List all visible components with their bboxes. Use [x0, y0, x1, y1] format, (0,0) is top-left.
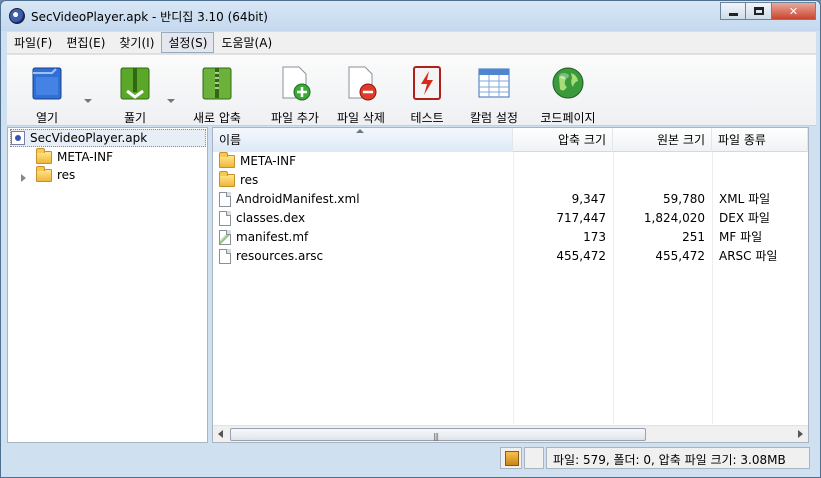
grip-icon: |||	[433, 432, 439, 441]
column-header-original-size[interactable]: 원본 크기	[613, 128, 712, 152]
codepage-label: 코드페이지	[540, 111, 596, 125]
window-title: SecVideoPlayer.apk - 반디집 3.10 (64bit)	[31, 10, 268, 24]
archive-lock-icon	[505, 451, 519, 466]
status-lock-segment	[500, 447, 522, 469]
test-icon	[413, 66, 441, 100]
tree-item-label: res	[57, 168, 76, 182]
minimize-icon	[728, 12, 738, 16]
codepage-button[interactable]: 코드페이지	[536, 61, 600, 125]
folder-icon	[219, 152, 235, 168]
toolbar: 열기 풀기 새로 압축 파일 추가 파일 삭제 테스트 칼럼 설정 코드페이지	[7, 54, 816, 126]
open-button[interactable]: 열기	[15, 61, 79, 125]
extract-dropdown-icon[interactable]	[167, 99, 175, 103]
file-icon	[219, 249, 231, 264]
test-label: 테스트	[410, 111, 444, 125]
scroll-left-icon[interactable]	[218, 430, 223, 438]
tree-item-label: META-INF	[57, 150, 114, 164]
new-archive-icon	[202, 67, 232, 100]
open-label: 열기	[35, 111, 59, 125]
add-file-button[interactable]: 파일 추가	[263, 61, 327, 125]
tree-item-meta-inf[interactable]: META-INF	[36, 147, 114, 166]
maximize-icon	[753, 7, 764, 15]
sort-ascending-icon	[356, 129, 364, 133]
folder-icon	[36, 165, 52, 182]
column-settings-button[interactable]: 칼럼 설정	[462, 61, 526, 125]
close-icon: ✕	[788, 4, 799, 18]
menu-find[interactable]: 찾기(I)	[112, 32, 161, 53]
column-header-file-type[interactable]: 파일 종류	[712, 128, 808, 152]
folder-icon	[36, 147, 52, 164]
status-summary: 파일: 579, 폴더: 0, 압축 파일 크기: 3.08MB	[553, 453, 786, 467]
status-summary-segment: 파일: 579, 폴더: 0, 압축 파일 크기: 3.08MB	[546, 447, 810, 469]
list-item[interactable]: AndroidManifest.xml 9,347 59,780 XML 파일	[213, 190, 808, 209]
delete-file-label: 파일 삭제	[337, 111, 385, 125]
apk-archive-icon	[11, 131, 25, 145]
file-icon	[219, 211, 231, 226]
extract-button[interactable]: 풀기	[103, 61, 167, 125]
extract-label: 풀기	[123, 111, 147, 125]
scroll-right-icon[interactable]	[798, 430, 803, 438]
list-header: 이름 압축 크기 원본 크기 파일 종류	[213, 128, 808, 152]
list-item[interactable]: manifest.mf 173 251 MF 파일	[213, 228, 808, 247]
tree-item-res[interactable]: res	[36, 165, 76, 184]
horizontal-scrollbar[interactable]: |||	[213, 425, 808, 442]
column-settings-label: 칼럼 설정	[470, 111, 518, 125]
menu-file[interactable]: 파일(F)	[7, 32, 59, 53]
tree-item-root[interactable]: SecVideoPlayer.apk	[10, 129, 206, 147]
test-button[interactable]: 테스트	[395, 61, 459, 125]
expand-arrow-icon[interactable]	[21, 174, 26, 182]
column-header-packed-size[interactable]: 압축 크기	[513, 128, 613, 152]
bandizip-app-icon[interactable]	[9, 8, 25, 24]
new-archive-button[interactable]: 새로 압축	[185, 61, 249, 125]
list-item[interactable]: META-INF	[213, 152, 808, 171]
delete-file-button[interactable]: 파일 삭제	[329, 61, 393, 125]
list-item[interactable]: classes.dex 717,447 1,824,020 DEX 파일	[213, 209, 808, 228]
maximize-button[interactable]	[746, 2, 772, 20]
open-archive-icon	[32, 67, 62, 100]
menu-bar: 파일(F) 편집(E) 찾기(I) 설정(S) 도움말(A)	[7, 32, 816, 53]
minimize-button[interactable]	[720, 2, 746, 20]
add-file-label: 파일 추가	[271, 111, 319, 125]
menu-settings[interactable]: 설정(S)	[161, 32, 215, 53]
menu-help[interactable]: 도움말(A)	[214, 32, 279, 53]
globe-icon	[552, 67, 584, 99]
window-controls: ✕	[720, 2, 816, 20]
title-bar[interactable]: SecVideoPlayer.apk - 반디집 3.10 (64bit) ✕	[1, 1, 820, 31]
list-item[interactable]: res	[213, 171, 808, 190]
extract-icon	[120, 67, 150, 100]
list-item[interactable]: resources.arsc 455,472 455,472 ARSC 파일	[213, 247, 808, 266]
scrollbar-thumb[interactable]: |||	[230, 428, 646, 441]
delete-file-icon	[348, 66, 377, 101]
file-icon	[219, 192, 231, 207]
close-button[interactable]: ✕	[772, 2, 816, 20]
status-bar: 파일: 579, 폴더: 0, 압축 파일 크기: 3.08MB	[7, 445, 816, 471]
new-archive-label: 새로 압축	[193, 111, 241, 125]
folder-icon	[219, 171, 235, 187]
open-dropdown-icon[interactable]	[84, 99, 92, 103]
column-settings-icon	[478, 68, 510, 98]
add-file-icon	[282, 66, 311, 101]
mf-file-icon	[219, 230, 231, 245]
tree-item-label: SecVideoPlayer.apk	[30, 131, 148, 145]
app-window: SecVideoPlayer.apk - 반디집 3.10 (64bit) ✕ …	[0, 0, 821, 478]
status-empty-segment	[524, 447, 544, 469]
file-list: 이름 압축 크기 원본 크기 파일 종류 META-INF res Androi…	[212, 127, 809, 443]
folder-tree: SecVideoPlayer.apk META-INF res	[7, 127, 208, 443]
menu-edit[interactable]: 편집(E)	[59, 32, 112, 53]
